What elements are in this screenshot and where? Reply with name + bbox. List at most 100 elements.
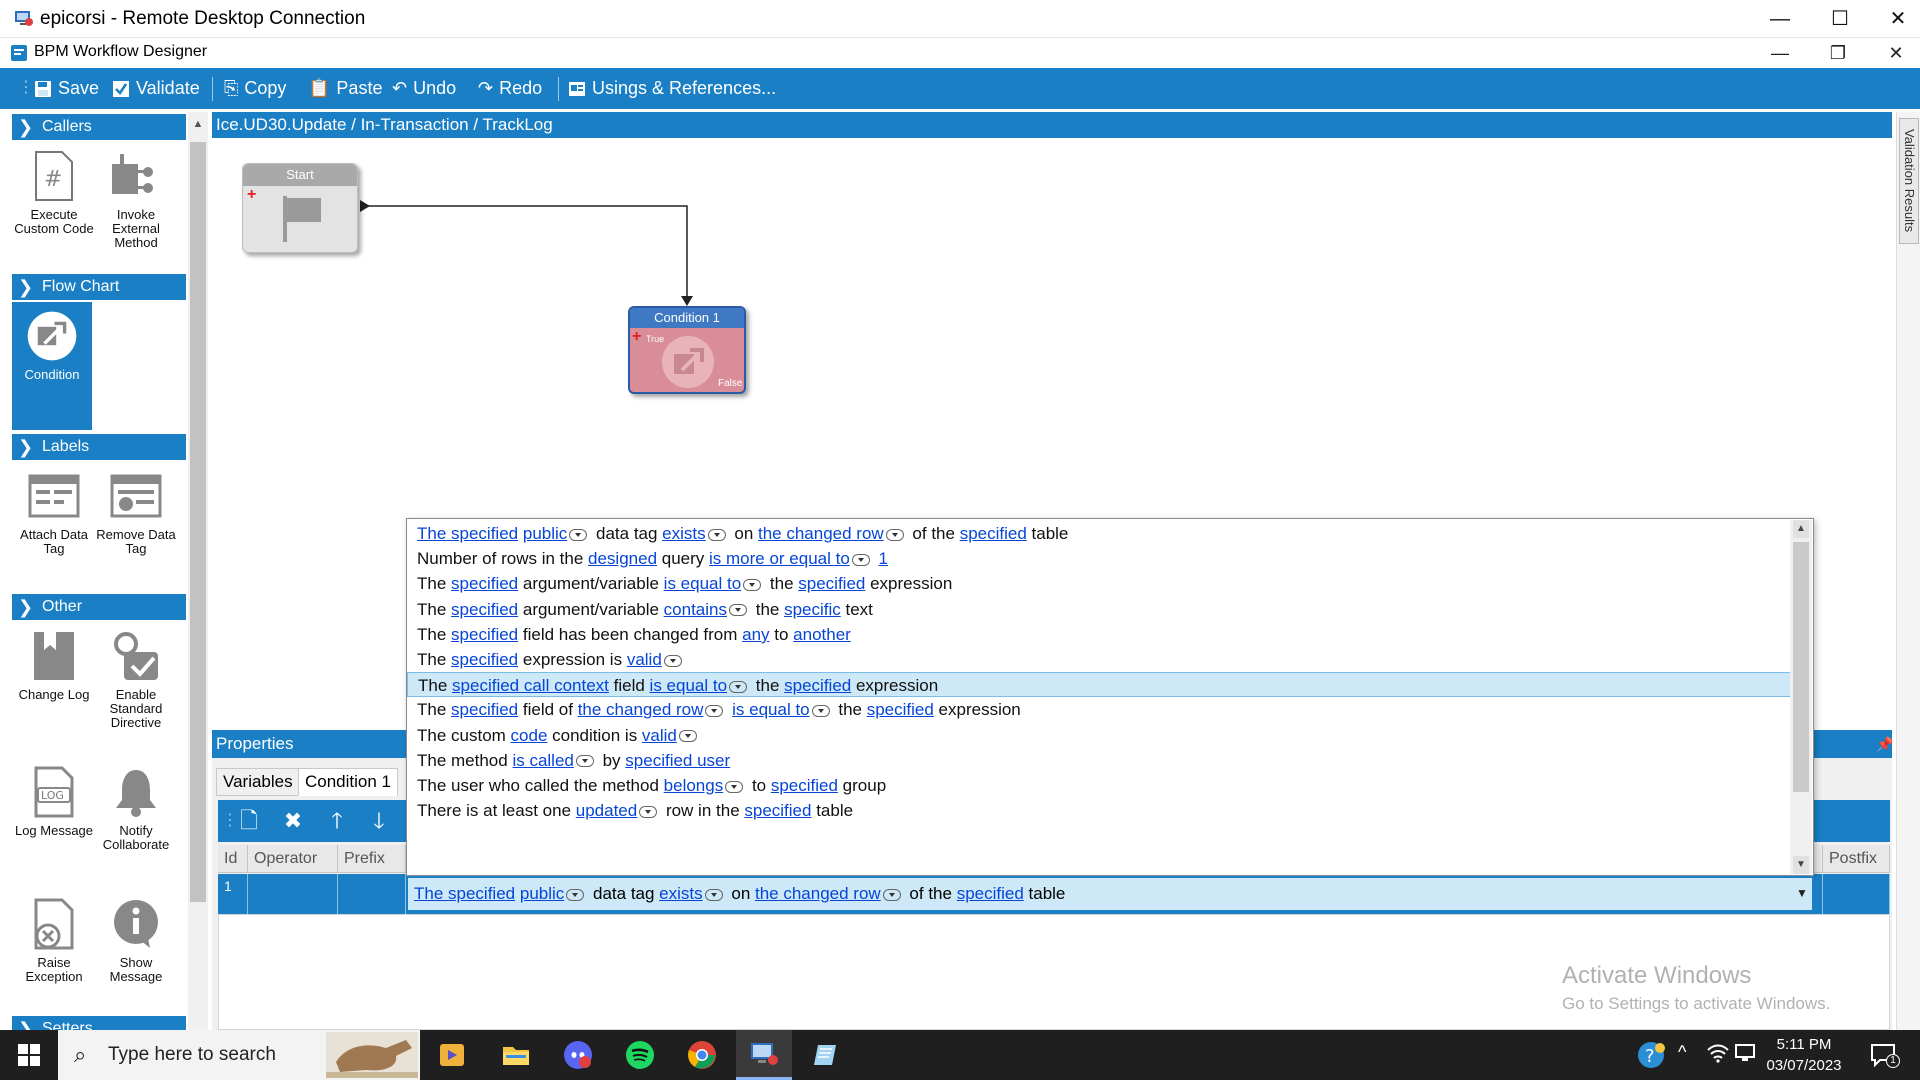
condition-list-scrollbar[interactable]: ▲ ▼ bbox=[1790, 520, 1812, 874]
condition-link[interactable]: exists bbox=[659, 884, 702, 903]
condition-link[interactable]: is equal to bbox=[650, 676, 728, 695]
dropdown-chevron-icon[interactable] bbox=[566, 888, 585, 901]
palette-item-attach-data-tag[interactable]: Attach Data Tag bbox=[14, 464, 94, 556]
wifi-icon[interactable] bbox=[1706, 1042, 1730, 1069]
condition-link[interactable]: specified bbox=[451, 574, 518, 593]
palette-item-remove-data-tag[interactable]: Remove Data Tag bbox=[96, 464, 176, 556]
condition-link[interactable]: 1 bbox=[879, 549, 888, 568]
condition-link[interactable]: is equal to bbox=[664, 574, 742, 593]
palette-header-other[interactable]: ❯ Other bbox=[12, 594, 186, 620]
tab-condition-1[interactable]: Condition 1 bbox=[298, 768, 399, 796]
condition-link[interactable]: is more or equal to bbox=[709, 549, 850, 568]
list-item[interactable]: The specified field of the changed row i… bbox=[407, 697, 1791, 722]
combo-dropdown-arrow-icon[interactable]: ▼ bbox=[1796, 886, 1808, 900]
minimize-button[interactable]: — bbox=[1752, 0, 1808, 38]
dropdown-chevron-icon[interactable] bbox=[851, 553, 870, 566]
list-item[interactable]: The specified public data tag exists on … bbox=[407, 521, 1791, 546]
condition-link[interactable]: any bbox=[742, 625, 769, 644]
list-item[interactable]: The specified field has been changed fro… bbox=[407, 622, 1791, 647]
usings-references-button[interactable]: Usings & References... bbox=[568, 68, 776, 109]
taskbar-clock[interactable]: 5:11 PM 03/07/2023 bbox=[1756, 1034, 1852, 1076]
dropdown-chevron-icon[interactable] bbox=[705, 704, 724, 717]
list-item[interactable]: The custom code condition is valid bbox=[407, 723, 1791, 748]
condition-link[interactable]: specified bbox=[451, 600, 518, 619]
notification-icon[interactable]: 1 bbox=[1870, 1042, 1900, 1073]
condition-link[interactable]: valid bbox=[642, 726, 677, 745]
dropdown-chevron-icon[interactable] bbox=[639, 805, 658, 818]
validation-results-tab[interactable]: Validation Results bbox=[1899, 118, 1919, 244]
condition-link[interactable]: specified bbox=[771, 776, 838, 795]
palette-scrollbar[interactable]: ▲ bbox=[188, 112, 208, 1030]
app-restore-button[interactable]: ❐ bbox=[1810, 38, 1866, 68]
column-header-id[interactable]: Id bbox=[218, 845, 248, 873]
app-minimize-button[interactable]: — bbox=[1752, 38, 1808, 68]
condition-link[interactable]: specific bbox=[784, 600, 841, 619]
taskbar-search-box[interactable]: ⌕ Type here to search bbox=[58, 1030, 420, 1080]
pin-icon[interactable]: 📌 bbox=[1876, 730, 1893, 758]
dropdown-chevron-icon[interactable] bbox=[885, 528, 904, 541]
move-down-button[interactable]: 🡓 bbox=[360, 800, 398, 842]
dropdown-chevron-icon[interactable] bbox=[882, 888, 901, 901]
column-header-prefix[interactable]: Prefix bbox=[338, 845, 406, 873]
condition-link[interactable]: specified bbox=[451, 700, 518, 719]
condition-link[interactable]: public bbox=[520, 884, 564, 903]
condition-link[interactable]: The specified bbox=[417, 524, 518, 543]
condition-dropdown-list[interactable]: The specified public data tag exists on … bbox=[406, 518, 1814, 876]
dropdown-chevron-icon[interactable] bbox=[663, 654, 682, 667]
tab-variables[interactable]: Variables bbox=[216, 768, 300, 796]
app-close-button[interactable]: ✕ bbox=[1868, 38, 1920, 68]
condition-link[interactable]: specified bbox=[957, 884, 1024, 903]
start-node[interactable]: Start + bbox=[242, 163, 358, 253]
maximize-button[interactable]: ☐ bbox=[1812, 0, 1868, 38]
scroll-down-arrow-icon[interactable]: ▼ bbox=[1793, 856, 1809, 874]
paste-button[interactable]: 📋 Paste bbox=[308, 68, 382, 109]
display-icon[interactable] bbox=[1734, 1042, 1756, 1069]
condition-node[interactable]: Condition 1 + True False bbox=[628, 306, 746, 394]
palette-header-labels[interactable]: ❯ Labels bbox=[12, 434, 186, 460]
condition-link[interactable]: specified bbox=[867, 700, 934, 719]
condition-link[interactable]: specified user bbox=[625, 751, 730, 770]
dropdown-chevron-icon[interactable] bbox=[704, 888, 723, 901]
condition-link[interactable]: designed bbox=[588, 549, 657, 568]
scroll-up-arrow-icon[interactable]: ▲ bbox=[190, 114, 206, 134]
palette-item-log-message[interactable]: LOG Log Message bbox=[14, 760, 94, 838]
column-header-operator[interactable]: Operator bbox=[248, 845, 338, 873]
palette-item-change-log[interactable]: Change Log bbox=[14, 624, 94, 702]
condition-link[interactable]: contains bbox=[664, 600, 727, 619]
taskbar-video-app[interactable] bbox=[424, 1030, 480, 1080]
row-operator-cell[interactable] bbox=[248, 874, 338, 914]
condition-link[interactable]: specified bbox=[798, 574, 865, 593]
palette-item-show-message[interactable]: Show Message bbox=[96, 892, 176, 984]
dropdown-chevron-icon[interactable] bbox=[575, 755, 594, 768]
copy-button[interactable]: ⎘ Copy bbox=[224, 68, 286, 109]
list-item[interactable]: The specified expression is valid bbox=[407, 647, 1791, 672]
taskbar-remote-desktop[interactable] bbox=[736, 1030, 792, 1080]
condition-link[interactable]: is equal to bbox=[732, 700, 810, 719]
list-item[interactable]: There is at least one updated row in the… bbox=[407, 798, 1791, 823]
condition-link[interactable]: specified bbox=[451, 650, 518, 669]
delete-row-button[interactable]: ✖ bbox=[274, 800, 312, 842]
list-item[interactable]: Number of rows in the designed query is … bbox=[407, 546, 1791, 571]
taskbar-discord[interactable] bbox=[550, 1030, 606, 1080]
palette-header-setters[interactable]: ❯ Setters bbox=[12, 1016, 186, 1030]
condition-link[interactable]: valid bbox=[627, 650, 662, 669]
undo-button[interactable]: ↶ Undo bbox=[392, 68, 456, 109]
chevron-up-icon[interactable]: ^ bbox=[1678, 1042, 1686, 1063]
condition-link[interactable]: the changed row bbox=[755, 884, 881, 903]
plus-icon[interactable]: + bbox=[247, 186, 256, 204]
condition-link[interactable]: specified bbox=[744, 801, 811, 820]
palette-item-notify-collaborate[interactable]: Notify Collaborate bbox=[96, 760, 176, 852]
condition-link[interactable]: another bbox=[793, 625, 851, 644]
condition-link[interactable]: The specified bbox=[414, 884, 515, 903]
redo-button[interactable]: ↷ Redo bbox=[478, 68, 542, 109]
condition-link[interactable]: is called bbox=[512, 751, 573, 770]
taskbar-notes-app[interactable] bbox=[798, 1030, 854, 1080]
new-row-button[interactable]: 🗋 bbox=[230, 800, 268, 842]
condition-link[interactable]: public bbox=[523, 524, 567, 543]
palette-header-callers[interactable]: ❯ Callers bbox=[12, 114, 186, 140]
list-item[interactable]: The method is called by specified user bbox=[407, 748, 1791, 773]
palette-header-flow-chart[interactable]: ❯ Flow Chart bbox=[12, 274, 186, 300]
taskbar-file-explorer[interactable] bbox=[488, 1030, 544, 1080]
condition-link[interactable]: the changed row bbox=[578, 700, 704, 719]
list-item[interactable]: The specified argument/variable contains… bbox=[407, 597, 1791, 622]
